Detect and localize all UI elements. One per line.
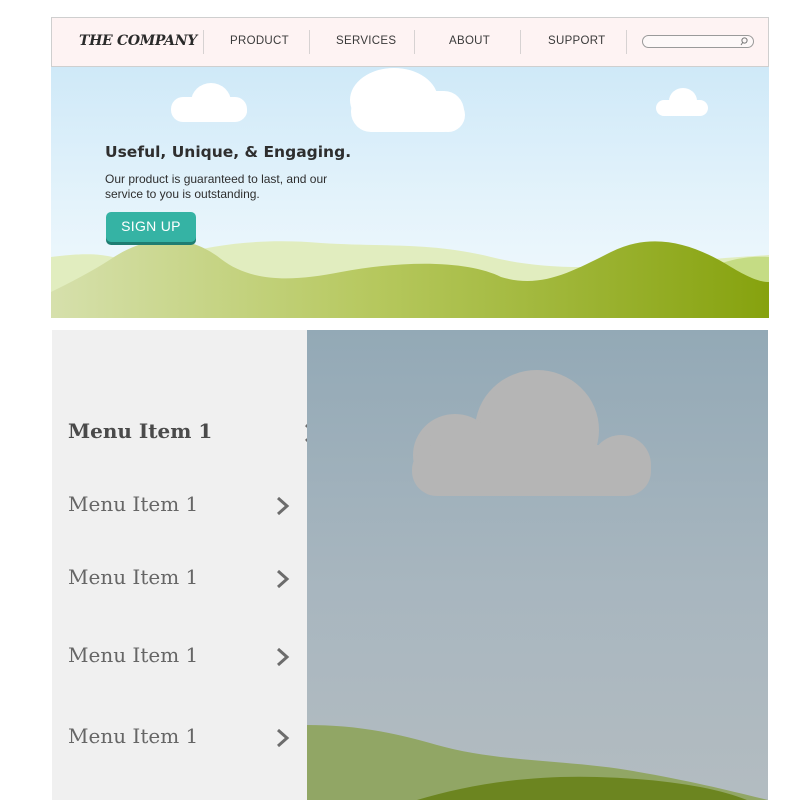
menu-item-label: Menu Item 1 (68, 643, 199, 667)
chevron-right-icon (277, 728, 290, 748)
nav-divider (309, 30, 310, 54)
landscape-image (307, 370, 768, 800)
brand-logo[interactable]: THE COMPANY (79, 33, 197, 49)
menu-item-label: Menu Item 1 (68, 419, 213, 443)
menu-item-3[interactable]: Menu Item 1 (52, 548, 307, 608)
side-menu: Menu Item 1 Menu Item 1 Menu Item 1 Menu… (52, 330, 329, 800)
cloud-icon (656, 88, 708, 116)
nav-item-product[interactable]: PRODUCT (230, 35, 289, 47)
chevron-right-icon (277, 647, 290, 667)
search-input[interactable] (642, 35, 754, 48)
nav-divider (414, 30, 415, 54)
cloud-icon (171, 83, 247, 122)
chevron-right-icon (277, 496, 290, 516)
menu-item-1[interactable]: Menu Item 1 (52, 402, 318, 462)
menu-item-label: Menu Item 1 (68, 724, 199, 748)
nav-item-services[interactable]: SERVICES (336, 35, 396, 47)
menu-item-4[interactable]: Menu Item 1 (52, 626, 307, 686)
hero-banner: Useful, Unique, & Engaging. Our product … (51, 67, 769, 318)
top-navigation-bar: THE COMPANY PRODUCT SERVICES ABOUT SUPPO… (51, 17, 769, 67)
nav-item-support[interactable]: SUPPORT (548, 35, 605, 47)
nav-item-about[interactable]: ABOUT (449, 35, 490, 47)
menu-item-5[interactable]: Menu Item 1 (52, 707, 307, 767)
cloud-icon (350, 68, 465, 132)
search-icon[interactable] (739, 36, 749, 47)
menu-item-label: Menu Item 1 (68, 565, 199, 589)
hero-description: Our product is guaranteed to last, and o… (105, 172, 328, 201)
nav-divider (626, 30, 627, 54)
hero-headline: Useful, Unique, & Engaging. (105, 143, 352, 161)
cloud-icon (412, 370, 651, 496)
content-image-area (307, 330, 768, 800)
chevron-right-icon (277, 569, 290, 589)
nav-divider (520, 30, 521, 54)
menu-item-2[interactable]: Menu Item 1 (52, 475, 307, 535)
nav-divider (203, 30, 204, 54)
menu-item-label: Menu Item 1 (68, 492, 199, 516)
sign-up-button[interactable]: SIGN UP (106, 212, 196, 242)
